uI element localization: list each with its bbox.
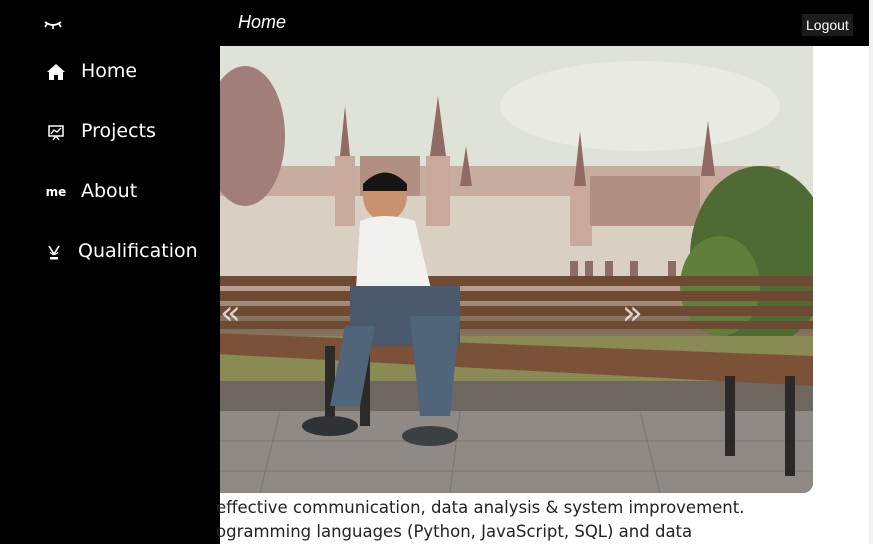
- double-chevron-right-icon[interactable]: »: [622, 296, 643, 330]
- page-edge: [869, 0, 873, 544]
- page-title: Home: [238, 12, 287, 32]
- sidebar-item-qualification[interactable]: Qualification: [0, 232, 220, 272]
- sidebar: Home Projects me About Qualification: [0, 46, 220, 544]
- carousel-photo: [160, 46, 813, 493]
- sidebar-item-label: Projects: [81, 120, 156, 142]
- me-icon: me: [45, 185, 67, 199]
- about-text: effective communication, data analysis &…: [216, 496, 866, 544]
- sidebar-item-projects[interactable]: Projects: [0, 112, 220, 152]
- presentation-icon: [46, 122, 66, 142]
- graduation-cap-icon: [44, 242, 64, 262]
- sidebar-item-home[interactable]: Home: [0, 52, 220, 92]
- sidebar-item-label: About: [81, 180, 138, 202]
- photo-carousel[interactable]: « »: [160, 46, 813, 493]
- sidebar-item-about[interactable]: me About: [0, 172, 220, 212]
- sidebar-item-label: Home: [81, 60, 138, 82]
- double-chevron-left-icon[interactable]: «: [220, 296, 241, 330]
- logout-button[interactable]: Logout: [802, 14, 853, 36]
- about-line-2: ogramming languages (Python, JavaScript,…: [216, 522, 693, 541]
- closed-eye-icon[interactable]: [42, 16, 64, 32]
- home-icon: [46, 62, 66, 82]
- about-line-1: effective communication, data analysis &…: [216, 498, 745, 517]
- top-bar: Home Logout: [0, 0, 869, 46]
- sidebar-item-label: Qualification: [78, 240, 198, 262]
